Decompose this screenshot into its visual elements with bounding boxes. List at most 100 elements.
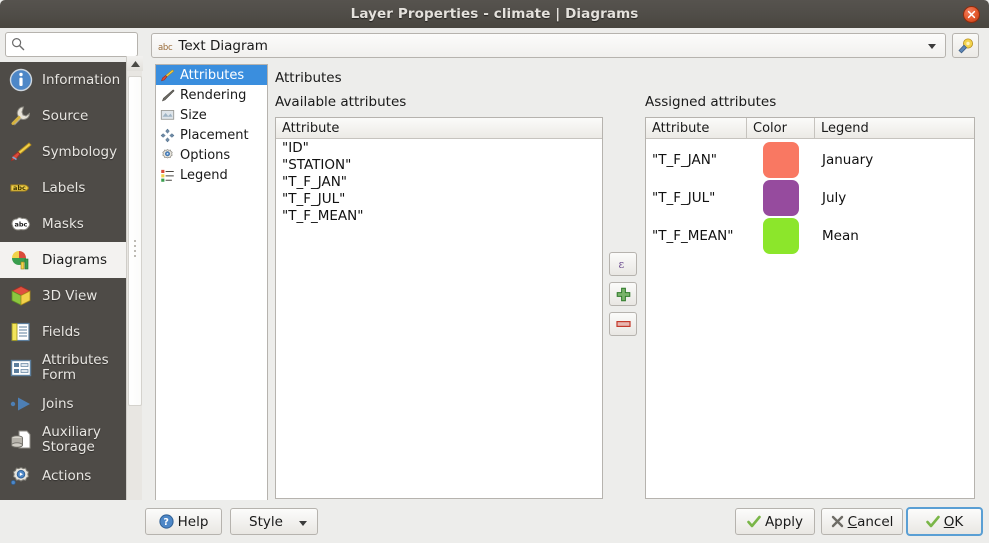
- cell-legend: January: [822, 151, 874, 168]
- sidebar-item-label: Masks: [42, 216, 84, 232]
- sidebar-item-joins[interactable]: Joins: [0, 386, 126, 422]
- available-attributes-title: Available attributes: [275, 94, 407, 110]
- sidebar-item-attributes-form[interactable]: Attributes Form: [0, 350, 126, 386]
- cell-attribute: "T_F_JUL": [652, 189, 716, 206]
- sidebar-item-label: Auxiliary Storage: [42, 424, 101, 455]
- size-icon: [159, 108, 176, 123]
- close-glyph: [967, 10, 976, 19]
- sidebar-item-labels[interactable]: abc Labels: [0, 170, 126, 206]
- tab-placement[interactable]: Placement: [156, 125, 267, 145]
- list-item[interactable]: "ID": [276, 140, 602, 157]
- sidebar-scrollbar[interactable]: [126, 56, 143, 543]
- svg-text:abc: abc: [15, 221, 28, 229]
- sidebar-item-information[interactable]: Information: [0, 62, 126, 98]
- cancel-button[interactable]: Cancel: [821, 508, 903, 535]
- sidebar-item-fields[interactable]: Fields: [0, 314, 126, 350]
- column-header-legend: Legend: [821, 120, 869, 136]
- style-button[interactable]: Style: [230, 508, 318, 535]
- epsilon-icon: ε: [619, 258, 625, 271]
- sidebar-item-label: Source: [42, 108, 89, 124]
- chevron-down-icon[interactable]: [299, 521, 307, 526]
- cancel-label: Cancel: [847, 513, 894, 530]
- sidebar-item-symbology[interactable]: Symbology: [0, 134, 126, 170]
- list-item[interactable]: "T_F_MEAN": [276, 208, 602, 225]
- diagram-tab-list: Attributes Rendering Size Placement Opti…: [155, 64, 268, 509]
- sidebar-item-label: Diagrams: [42, 252, 107, 268]
- available-attributes-list[interactable]: Attribute "ID" "STATION" "T_F_JAN" "T_F_…: [275, 117, 603, 499]
- svg-text:abc: abc: [13, 184, 26, 192]
- sidebar-item-actions[interactable]: Actions: [0, 458, 126, 494]
- sidebar-item-auxiliary-storage[interactable]: Auxiliary Storage: [0, 422, 126, 458]
- dialog-button-bar: ? Help Style Apply Cancel OK: [0, 500, 989, 543]
- chevron-down-icon[interactable]: [928, 44, 936, 49]
- list-item[interactable]: "STATION": [276, 157, 602, 174]
- tab-label: Placement: [180, 127, 249, 143]
- ok-button[interactable]: OK: [906, 507, 983, 536]
- apply-label: Apply: [764, 513, 804, 530]
- tab-size[interactable]: Size: [156, 105, 267, 125]
- sidebar-item-label: Actions: [42, 468, 92, 484]
- tab-label: Rendering: [180, 87, 247, 103]
- minus-icon: [615, 320, 631, 328]
- sidebar-item-label: 3D View: [42, 288, 98, 304]
- add-attribute-button[interactable]: [609, 282, 637, 306]
- color-swatch[interactable]: [763, 179, 799, 216]
- section-title: Attributes: [275, 70, 342, 86]
- color-swatch[interactable]: [763, 141, 799, 178]
- tab-label: Options: [180, 147, 231, 163]
- sidebar-item-label: Fields: [42, 324, 81, 340]
- cell-color[interactable]: [747, 141, 815, 178]
- cell-color[interactable]: [747, 217, 815, 254]
- tab-attributes[interactable]: Attributes: [156, 65, 267, 85]
- list-item[interactable]: "T_F_JUL": [276, 191, 602, 208]
- table-row[interactable]: "T_F_JAN" January: [646, 141, 974, 179]
- sidebar-item-label: Information: [42, 72, 121, 88]
- override-glyph: [958, 38, 973, 54]
- scroll-up-icon[interactable]: [127, 56, 143, 71]
- sidebar-item-label: Labels: [42, 180, 86, 196]
- ok-label: OK: [943, 513, 964, 530]
- tab-label: Attributes: [180, 67, 245, 83]
- cell-attribute: "T_F_MEAN": [652, 227, 734, 244]
- tab-rendering[interactable]: Rendering: [156, 85, 267, 105]
- close-icon[interactable]: [963, 6, 980, 23]
- cell-color[interactable]: [747, 179, 815, 216]
- search-input[interactable]: [5, 32, 138, 57]
- tab-legend[interactable]: Legend: [156, 165, 267, 185]
- help-button[interactable]: ? Help: [145, 508, 222, 535]
- sidebar-item-source[interactable]: Source: [0, 98, 126, 134]
- check-icon: [925, 515, 940, 527]
- sidebar-item-diagrams[interactable]: Diagrams: [0, 242, 126, 278]
- diagram-type-combobox[interactable]: abc Text Diagram: [151, 33, 946, 58]
- remove-attribute-button[interactable]: [609, 312, 637, 336]
- cross-icon: [831, 515, 843, 528]
- apply-button[interactable]: Apply: [735, 508, 815, 535]
- actions-icon: [8, 463, 34, 489]
- fields-icon: [8, 319, 34, 345]
- diagram-type-value: Text Diagram: [178, 37, 268, 54]
- help-label: Help: [177, 513, 209, 530]
- abc-icon: abc: [158, 42, 173, 53]
- scrollbar-grip: [134, 240, 136, 257]
- color-swatch[interactable]: [763, 217, 799, 254]
- list-item[interactable]: "T_F_JAN": [276, 174, 602, 191]
- column-header-attribute: Attribute: [282, 120, 340, 136]
- tab-options[interactable]: Options: [156, 145, 267, 165]
- options-icon: [159, 148, 176, 163]
- table-row[interactable]: "T_F_JUL" July: [646, 179, 974, 217]
- rendering-icon: [159, 88, 176, 103]
- table-row[interactable]: "T_F_MEAN" Mean: [646, 217, 974, 255]
- expression-button[interactable]: ε: [609, 252, 637, 276]
- assigned-table-header: Attribute Color Legend: [646, 117, 974, 139]
- assigned-attributes-table[interactable]: Attribute Color Legend "T_F_JAN" January…: [645, 117, 975, 499]
- cancel-label-rest: ancel: [857, 513, 894, 530]
- sidebar-item-masks[interactable]: abc Masks: [0, 206, 126, 242]
- search-container: [5, 32, 138, 57]
- diagram-settings-panel: Attributes Rendering Size Placement Opti…: [143, 62, 989, 509]
- title-bar[interactable]: Layer Properties - climate | Diagrams: [0, 0, 989, 28]
- data-defined-override-icon[interactable]: [952, 33, 979, 58]
- tab-label: Legend: [180, 167, 228, 183]
- sidebar-item-3d-view[interactable]: 3D View: [0, 278, 126, 314]
- scrollbar-thumb[interactable]: [128, 76, 142, 406]
- attributes-form-icon: [8, 355, 34, 381]
